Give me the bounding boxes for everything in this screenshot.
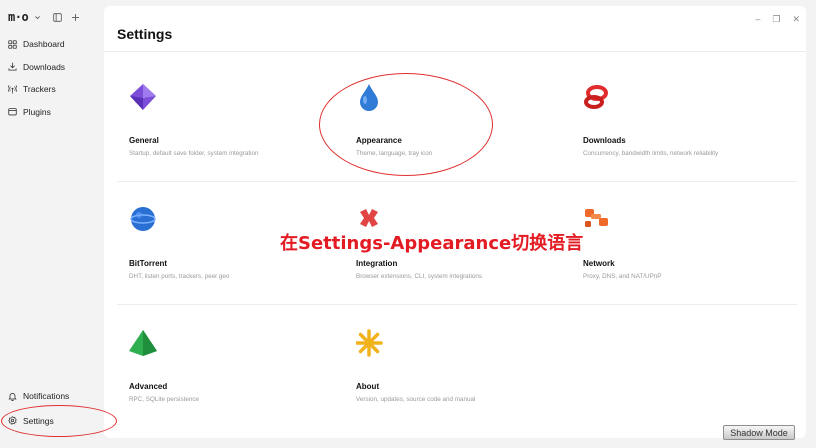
- annotation-ellipse-appearance: [319, 73, 493, 176]
- card-description: Startup, default save folder, system int…: [129, 150, 259, 157]
- add-icon[interactable]: [71, 13, 80, 22]
- card-title: About: [356, 382, 380, 391]
- sidebar-item-label: Dashboard: [23, 39, 65, 50]
- app-logo[interactable]: m·o: [8, 10, 29, 24]
- card-title: Network: [583, 259, 615, 268]
- card-description: Proxy, DNS, and NAT/UPnP: [583, 273, 662, 280]
- settings-card-network[interactable]: Network Proxy, DNS, and NAT/UPnP: [583, 206, 793, 286]
- row-divider: [117, 181, 797, 182]
- annotation-ellipse-settings: [1, 405, 117, 437]
- red-knot-icon: [584, 85, 608, 109]
- sidebar-item-label: Notifications: [23, 391, 70, 402]
- sidebar-item-label: Plugins: [23, 106, 51, 117]
- minimize-icon[interactable]: –: [755, 14, 760, 25]
- maximize-icon[interactable]: ❐: [772, 14, 780, 25]
- close-icon[interactable]: ✕: [792, 14, 800, 25]
- sidebar-nav: Dashboard Downloads Trackers Plugins: [8, 33, 104, 123]
- card-description: Browser extensions, CLI, system integrat…: [356, 273, 482, 280]
- plugin-icon: [8, 108, 17, 116]
- card-title: Advanced: [129, 382, 168, 391]
- tracker-icon: [8, 85, 17, 94]
- bell-icon: [8, 392, 17, 401]
- star-burst-icon: [356, 329, 383, 357]
- sidebar-item-dashboard[interactable]: Dashboard: [8, 33, 104, 56]
- sidebar: m·o Dashboard Downloads Trackers Plugins: [0, 0, 104, 448]
- sidebar-item-downloads[interactable]: Downloads: [8, 56, 104, 79]
- card-description: RPC, SQLite persistence: [129, 396, 199, 403]
- annotation-text: 在Settings-Appearance切换语言: [280, 233, 584, 254]
- card-title: BitTorrent: [129, 259, 168, 268]
- sidebar-toggle-icon[interactable]: [53, 12, 63, 22]
- green-pyramid-icon: [129, 330, 157, 356]
- chevron-down-icon[interactable]: [34, 14, 41, 21]
- settings-card-general[interactable]: General Startup, default save folder, sy…: [129, 83, 339, 163]
- sidebar-item-label: Trackers: [23, 84, 56, 95]
- card-title: General: [129, 136, 159, 145]
- settings-card-advanced[interactable]: Advanced RPC, SQLite persistence: [129, 329, 339, 409]
- row-divider: [117, 304, 797, 305]
- card-description: Version, updates, source code and manual: [356, 396, 476, 403]
- orange-connector-icon: [585, 209, 608, 227]
- title-divider: [104, 51, 806, 52]
- purple-diamond-icon: [130, 84, 156, 110]
- card-description: Concurrency, bandwidth limits, network r…: [583, 150, 719, 157]
- settings-panel: Settings – ❐ ✕ General Startup, default …: [104, 6, 806, 438]
- sidebar-item-plugins[interactable]: Plugins: [8, 101, 104, 124]
- shadow-mode-button[interactable]: Shadow Mode: [723, 425, 795, 440]
- window-controls: – ❐ ✕: [755, 14, 800, 25]
- card-title: Integration: [356, 259, 398, 268]
- page-title: Settings: [117, 26, 173, 42]
- download-icon: [8, 62, 17, 71]
- dashboard-icon: [8, 40, 17, 49]
- sidebar-topbar: m·o: [8, 9, 80, 25]
- sidebar-item-label: Downloads: [23, 61, 66, 72]
- card-title: Downloads: [583, 136, 626, 145]
- blue-globe-icon: [130, 207, 156, 231]
- card-description: DHT, listen ports, trackers, peer geo: [129, 273, 230, 280]
- settings-card-downloads[interactable]: Downloads Concurrency, bandwidth limits,…: [583, 83, 793, 163]
- sidebar-item-trackers[interactable]: Trackers: [8, 78, 104, 101]
- settings-card-about[interactable]: About Version, updates, source code and …: [356, 329, 566, 409]
